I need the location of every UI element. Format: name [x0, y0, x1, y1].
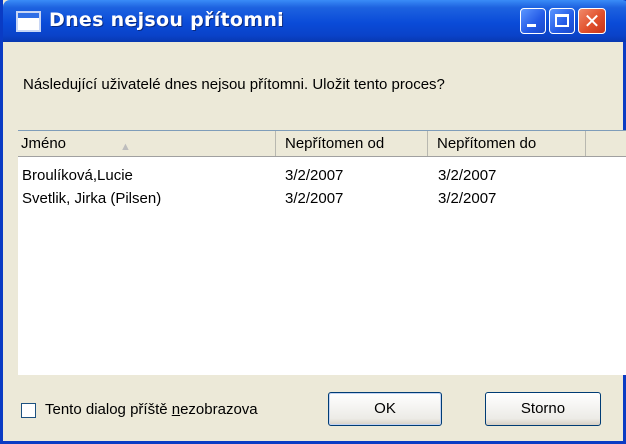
column-header-label: Jméno [21, 135, 67, 152]
list-item[interactable]: Svetlik, Jirka (Pilsen) 3/2/2007 3/2/200… [18, 188, 626, 211]
title-bar[interactable]: Dnes nejsou přítomni ✕ [3, 0, 626, 42]
checkbox-label-suffix: ezobrazova [180, 401, 258, 418]
minimize-button[interactable] [520, 8, 546, 34]
column-header-absent-to[interactable]: Nepřítomen do [428, 131, 586, 156]
cell-absent-from: 3/2/2007 [285, 190, 344, 207]
dont-show-again-checkbox[interactable] [21, 403, 36, 418]
sort-ascending-icon: ▲ [120, 141, 131, 153]
cell-name: Svetlik, Jirka (Pilsen) [22, 190, 162, 207]
close-button[interactable]: ✕ [578, 8, 606, 34]
list-body: Broulíková,Lucie 3/2/2007 3/2/2007 Svetl… [18, 165, 626, 211]
ok-button[interactable]: OK [328, 392, 442, 426]
cancel-button[interactable]: Storno [485, 392, 601, 426]
column-header-absent-from[interactable]: Nepřítomen od [276, 131, 428, 156]
window-icon [16, 11, 41, 32]
absent-users-list[interactable]: Jméno ▲ Nepřítomen od Nepřítomen do Brou… [18, 130, 626, 375]
cell-absent-from: 3/2/2007 [285, 167, 344, 184]
checkbox-label-prefix: Tento dialog příště [45, 401, 172, 418]
dialog-message: Následující uživatelé dnes nejsou přítom… [23, 76, 445, 93]
dialog-window: Dnes nejsou přítomni ✕ Následující uživa… [0, 0, 626, 444]
dont-show-again-label[interactable]: Tento dialog příště nezobrazova [45, 401, 317, 418]
cell-name: Broulíková,Lucie [22, 167, 133, 184]
list-item[interactable]: Broulíková,Lucie 3/2/2007 3/2/2007 [18, 165, 626, 188]
cell-absent-to: 3/2/2007 [438, 190, 497, 207]
cell-absent-to: 3/2/2007 [438, 167, 497, 184]
dialog-footer: Tento dialog příště nezobrazova OK Storn… [3, 375, 626, 444]
window-title: Dnes nejsou přítomni [49, 9, 284, 31]
column-header-name[interactable]: Jméno ▲ [18, 131, 276, 156]
maximize-button[interactable] [549, 8, 575, 34]
close-icon: ✕ [583, 9, 601, 33]
list-header: Jméno ▲ Nepřítomen od Nepřítomen do [18, 131, 626, 157]
checkbox-label-mnemonic: n [171, 401, 181, 418]
